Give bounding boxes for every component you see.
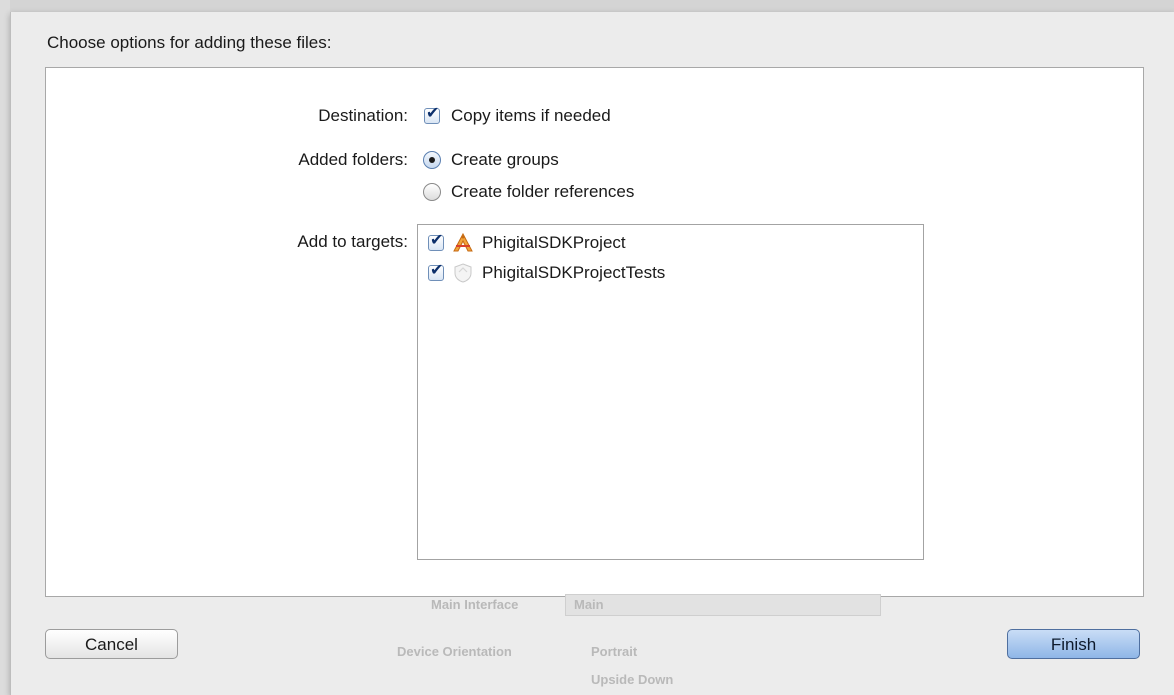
background-main-interface-label: Main Interface: [431, 597, 519, 612]
test-target-icon: [454, 263, 472, 283]
create-groups-radio[interactable]: [423, 151, 441, 169]
target-row[interactable]: ✔ PhigitalSDKProject: [418, 229, 923, 259]
add-to-targets-label: Add to targets:: [297, 232, 408, 251]
create-groups-label[interactable]: Create groups: [451, 150, 559, 170]
background-toolbar: [0, 0, 1174, 12]
finish-button[interactable]: Finish: [1007, 629, 1140, 659]
background-main-interface-select: Main: [565, 594, 881, 616]
target-label[interactable]: PhigitalSDKProjectTests: [482, 263, 665, 283]
background-upside-down-label: Upside Down: [591, 672, 674, 687]
copy-items-label[interactable]: Copy items if needed: [451, 106, 611, 126]
target-label[interactable]: PhigitalSDKProject: [482, 233, 626, 253]
added-folders-label: Added folders:: [298, 150, 408, 169]
cancel-button[interactable]: Cancel: [45, 629, 178, 659]
copy-items-checkbox[interactable]: ✔: [424, 105, 440, 124]
target-row[interactable]: ✔ PhigitalSDKProjectTests: [418, 259, 923, 289]
checkmark-icon: ✔: [430, 232, 444, 249]
background-device-orientation-label: Device Orientation: [397, 644, 512, 659]
background-sidebar-strip: [0, 0, 10, 695]
destination-label: Destination:: [318, 106, 408, 125]
checkmark-icon: ✔: [430, 262, 444, 279]
target-checkbox[interactable]: ✔: [428, 232, 444, 251]
background-portrait-label: Portrait: [591, 644, 638, 659]
app-target-icon: [453, 232, 473, 252]
add-files-sheet: Choose options for adding these files: D…: [10, 12, 1174, 695]
radio-dot-icon: [429, 157, 435, 163]
create-folder-references-label[interactable]: Create folder references: [451, 182, 634, 202]
targets-list[interactable]: ✔ PhigitalSDKProject ✔ PhigitalSDKProjec…: [417, 224, 924, 560]
background-main-interface-value: Main: [574, 597, 604, 612]
create-folder-references-radio[interactable]: [423, 183, 441, 201]
dialog-title: Choose options for adding these files:: [47, 33, 332, 52]
checkmark-icon: ✔: [426, 105, 440, 122]
target-checkbox[interactable]: ✔: [428, 262, 444, 281]
